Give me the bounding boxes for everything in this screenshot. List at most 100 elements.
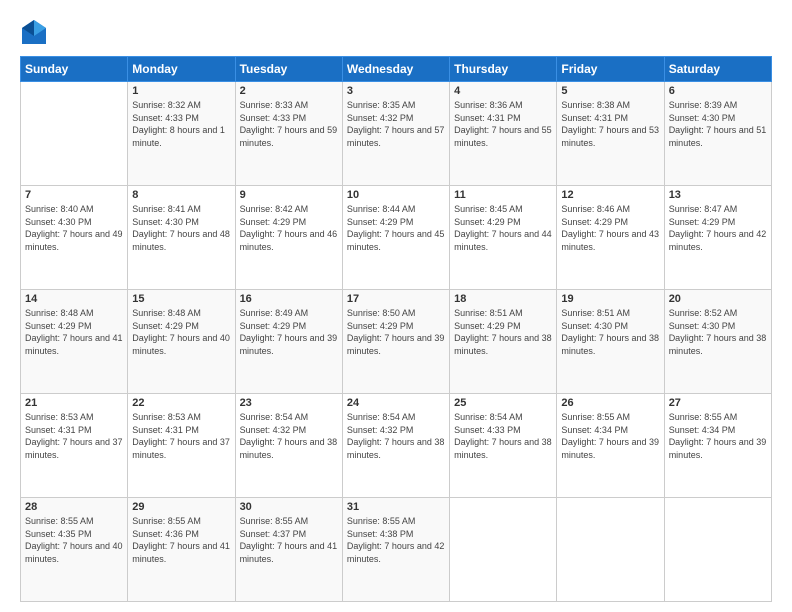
week-row-0: 1 Sunrise: 8:32 AMSunset: 4:33 PMDaylight…: [21, 82, 772, 186]
calendar-body: 1 Sunrise: 8:32 AMSunset: 4:33 PMDaylight…: [21, 82, 772, 602]
calendar-cell: 14Sunrise: 8:48 AMSunset: 4:29 PMDayligh…: [21, 290, 128, 394]
day-info: Sunrise: 8:55 AMSunset: 4:35 PMDaylight:…: [25, 515, 123, 565]
header-day-tuesday: Tuesday: [235, 57, 342, 82]
day-number: 8: [132, 189, 230, 201]
day-info: Sunrise: 8:41 AMSunset: 4:30 PMDaylight:…: [132, 203, 230, 253]
header-day-saturday: Saturday: [664, 57, 771, 82]
header-row: SundayMondayTuesdayWednesdayThursdayFrid…: [21, 57, 772, 82]
calendar-cell: 15 Sunrise: 8:48 AMSunset: 4:29 PMDayligh…: [128, 290, 235, 394]
calendar-cell: 20 Sunrise: 8:52 AMSunset: 4:30 PMDayligh…: [664, 290, 771, 394]
header-day-thursday: Thursday: [450, 57, 557, 82]
day-info: Sunrise: 8:35 AMSunset: 4:32 PMDaylight:…: [347, 99, 445, 149]
header-day-sunday: Sunday: [21, 57, 128, 82]
header-day-friday: Friday: [557, 57, 664, 82]
calendar-cell: 27 Sunrise: 8:55 AMSunset: 4:34 PMDayligh…: [664, 394, 771, 498]
day-info: Sunrise: 8:51 AMSunset: 4:29 PMDaylight:…: [454, 307, 552, 357]
day-number: 30: [240, 501, 338, 513]
day-info: Sunrise: 8:44 AMSunset: 4:29 PMDaylight:…: [347, 203, 445, 253]
calendar-cell: 13 Sunrise: 8:47 AMSunset: 4:29 PMDayligh…: [664, 186, 771, 290]
calendar-cell: [450, 498, 557, 602]
calendar-cell: 6 Sunrise: 8:39 AMSunset: 4:30 PMDaylight…: [664, 82, 771, 186]
calendar-cell: 2 Sunrise: 8:33 AMSunset: 4:33 PMDaylight…: [235, 82, 342, 186]
day-info: Sunrise: 8:36 AMSunset: 4:31 PMDaylight:…: [454, 99, 552, 149]
day-number: 12: [561, 189, 659, 201]
day-number: 10: [347, 189, 445, 201]
day-number: 5: [561, 85, 659, 97]
day-number: 22: [132, 397, 230, 409]
day-info: Sunrise: 8:48 AMSunset: 4:29 PMDaylight:…: [132, 307, 230, 357]
calendar-cell: 18 Sunrise: 8:51 AMSunset: 4:29 PMDayligh…: [450, 290, 557, 394]
day-number: 11: [454, 189, 552, 201]
day-info: Sunrise: 8:54 AMSunset: 4:32 PMDaylight:…: [240, 411, 338, 461]
day-number: 20: [669, 293, 767, 305]
calendar-cell: 11 Sunrise: 8:45 AMSunset: 4:29 PMDayligh…: [450, 186, 557, 290]
day-info: Sunrise: 8:55 AMSunset: 4:34 PMDaylight:…: [669, 411, 767, 461]
day-info: Sunrise: 8:55 AMSunset: 4:38 PMDaylight:…: [347, 515, 445, 565]
calendar-cell: [664, 498, 771, 602]
day-info: Sunrise: 8:50 AMSunset: 4:29 PMDaylight:…: [347, 307, 445, 357]
day-info: Sunrise: 8:53 AMSunset: 4:31 PMDaylight:…: [25, 411, 123, 461]
calendar-cell: 4 Sunrise: 8:36 AMSunset: 4:31 PMDaylight…: [450, 82, 557, 186]
week-row-1: 7Sunrise: 8:40 AMSunset: 4:30 PMDaylight…: [21, 186, 772, 290]
day-number: 19: [561, 293, 659, 305]
day-number: 16: [240, 293, 338, 305]
day-info: Sunrise: 8:40 AMSunset: 4:30 PMDaylight:…: [25, 203, 123, 253]
page: SundayMondayTuesdayWednesdayThursdayFrid…: [0, 0, 792, 612]
day-number: 29: [132, 501, 230, 513]
day-info: Sunrise: 8:52 AMSunset: 4:30 PMDaylight:…: [669, 307, 767, 357]
day-info: Sunrise: 8:49 AMSunset: 4:29 PMDaylight:…: [240, 307, 338, 357]
calendar-cell: 16 Sunrise: 8:49 AMSunset: 4:29 PMDayligh…: [235, 290, 342, 394]
calendar-cell: 21Sunrise: 8:53 AMSunset: 4:31 PMDayligh…: [21, 394, 128, 498]
day-number: 26: [561, 397, 659, 409]
day-info: Sunrise: 8:55 AMSunset: 4:36 PMDaylight:…: [132, 515, 230, 565]
calendar-cell: 3 Sunrise: 8:35 AMSunset: 4:32 PMDaylight…: [342, 82, 449, 186]
calendar-cell: 10 Sunrise: 8:44 AMSunset: 4:29 PMDayligh…: [342, 186, 449, 290]
day-number: 18: [454, 293, 552, 305]
day-info: Sunrise: 8:46 AMSunset: 4:29 PMDaylight:…: [561, 203, 659, 253]
header: [20, 18, 772, 46]
day-number: 4: [454, 85, 552, 97]
day-number: 9: [240, 189, 338, 201]
calendar-cell: 25Sunrise: 8:54 AMSunset: 4:33 PMDayligh…: [450, 394, 557, 498]
day-number: 2: [240, 85, 338, 97]
calendar-cell: 19 Sunrise: 8:51 AMSunset: 4:30 PMDayligh…: [557, 290, 664, 394]
calendar-cell: 28Sunrise: 8:55 AMSunset: 4:35 PMDayligh…: [21, 498, 128, 602]
day-number: 1: [132, 85, 230, 97]
calendar-cell: 7Sunrise: 8:40 AMSunset: 4:30 PMDaylight…: [21, 186, 128, 290]
day-info: Sunrise: 8:53 AMSunset: 4:31 PMDaylight:…: [132, 411, 230, 461]
calendar-table: SundayMondayTuesdayWednesdayThursdayFrid…: [20, 56, 772, 602]
header-day-monday: Monday: [128, 57, 235, 82]
calendar-cell: 22 Sunrise: 8:53 AMSunset: 4:31 PMDayligh…: [128, 394, 235, 498]
day-info: Sunrise: 8:47 AMSunset: 4:29 PMDaylight:…: [669, 203, 767, 253]
day-number: 13: [669, 189, 767, 201]
calendar-cell: 31Sunrise: 8:55 AMSunset: 4:38 PMDayligh…: [342, 498, 449, 602]
day-info: Sunrise: 8:51 AMSunset: 4:30 PMDaylight:…: [561, 307, 659, 357]
calendar-cell: 26Sunrise: 8:55 AMSunset: 4:34 PMDayligh…: [557, 394, 664, 498]
day-info: Sunrise: 8:39 AMSunset: 4:30 PMDaylight:…: [669, 99, 767, 149]
day-number: 23: [240, 397, 338, 409]
day-number: 3: [347, 85, 445, 97]
day-number: 15: [132, 293, 230, 305]
day-info: Sunrise: 8:32 AMSunset: 4:33 PMDaylight:…: [132, 99, 230, 149]
day-number: 6: [669, 85, 767, 97]
week-row-2: 14Sunrise: 8:48 AMSunset: 4:29 PMDayligh…: [21, 290, 772, 394]
calendar-cell: 5Sunrise: 8:38 AMSunset: 4:31 PMDaylight…: [557, 82, 664, 186]
calendar-cell: 1 Sunrise: 8:32 AMSunset: 4:33 PMDaylight…: [128, 82, 235, 186]
day-info: Sunrise: 8:45 AMSunset: 4:29 PMDaylight:…: [454, 203, 552, 253]
day-info: Sunrise: 8:42 AMSunset: 4:29 PMDaylight:…: [240, 203, 338, 253]
logo: [20, 18, 52, 46]
day-info: Sunrise: 8:55 AMSunset: 4:37 PMDaylight:…: [240, 515, 338, 565]
day-number: 25: [454, 397, 552, 409]
calendar-cell: 24Sunrise: 8:54 AMSunset: 4:32 PMDayligh…: [342, 394, 449, 498]
calendar-cell: 23 Sunrise: 8:54 AMSunset: 4:32 PMDayligh…: [235, 394, 342, 498]
week-row-3: 21Sunrise: 8:53 AMSunset: 4:31 PMDayligh…: [21, 394, 772, 498]
day-info: Sunrise: 8:33 AMSunset: 4:33 PMDaylight:…: [240, 99, 338, 149]
day-info: Sunrise: 8:54 AMSunset: 4:32 PMDaylight:…: [347, 411, 445, 461]
day-number: 17: [347, 293, 445, 305]
logo-icon: [20, 18, 48, 46]
day-number: 27: [669, 397, 767, 409]
calendar-cell: 8 Sunrise: 8:41 AMSunset: 4:30 PMDaylight…: [128, 186, 235, 290]
calendar-cell: 30 Sunrise: 8:55 AMSunset: 4:37 PMDayligh…: [235, 498, 342, 602]
day-info: Sunrise: 8:48 AMSunset: 4:29 PMDaylight:…: [25, 307, 123, 357]
calendar-cell: [557, 498, 664, 602]
